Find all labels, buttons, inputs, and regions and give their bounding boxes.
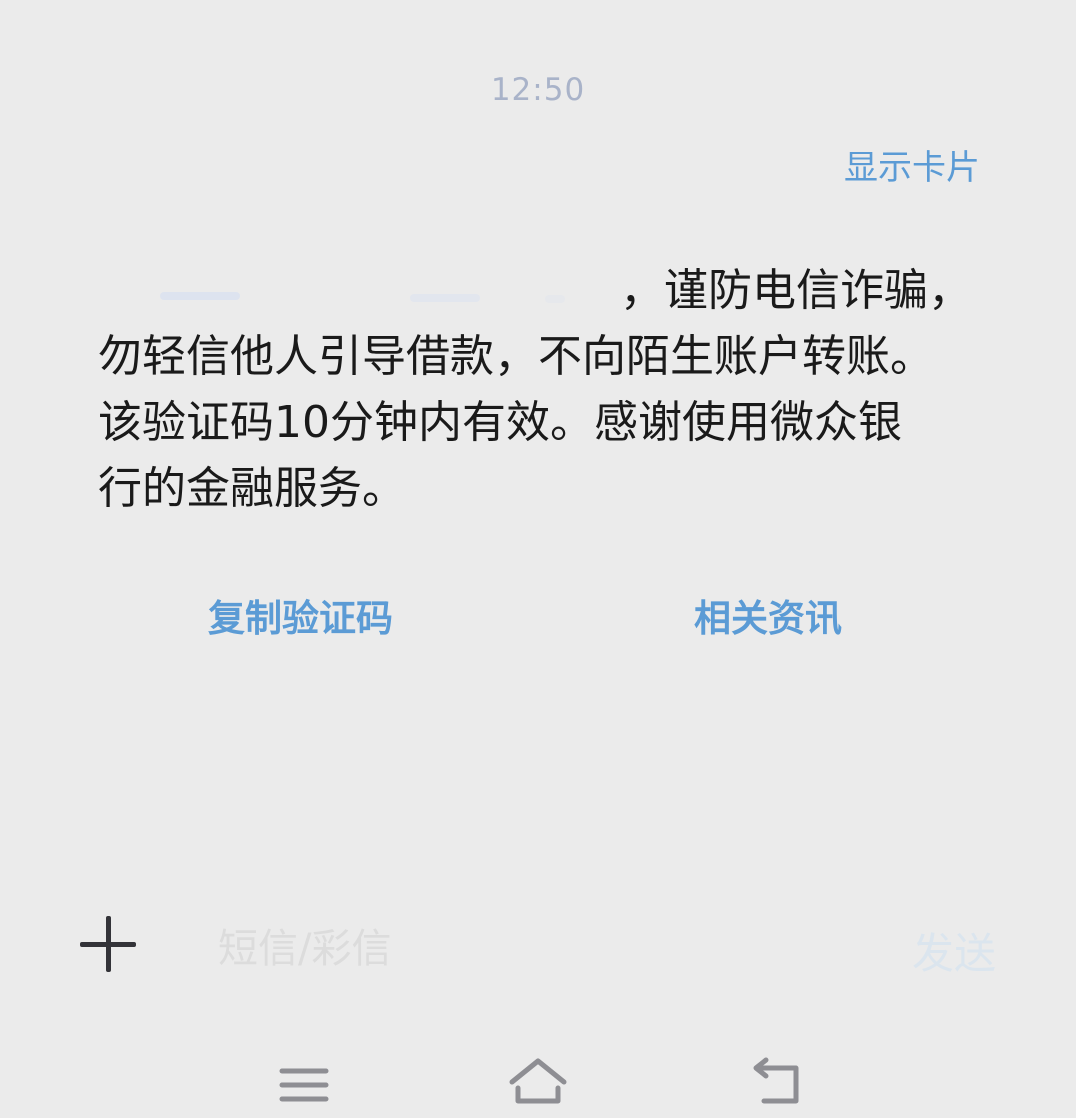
back-icon[interactable]	[750, 1056, 810, 1110]
plus-icon[interactable]	[80, 916, 136, 972]
message-line: 行的金融服务。	[98, 463, 406, 514]
show-card-button[interactable]: 显示卡片	[844, 140, 980, 189]
copy-code-button[interactable]: 复制验证码	[208, 588, 393, 642]
send-button[interactable]: 发送	[912, 920, 996, 981]
message-line: 该验证码10分钟内有效。感谢使用微众银	[98, 397, 902, 448]
message-body: ，谨防电信诈骗， 勿轻信他人引导借款，不向陌生账户转账。 该验证码10分钟内有效…	[98, 258, 978, 522]
message-input[interactable]	[216, 920, 880, 978]
message-line: 勿轻信他人引导借款，不向陌生账户转账。	[98, 331, 934, 382]
related-info-button[interactable]: 相关资讯	[694, 588, 842, 642]
home-icon[interactable]	[508, 1056, 568, 1110]
message-line: ，谨防电信诈骗，	[620, 265, 972, 316]
status-time: 12:50	[490, 72, 586, 108]
menu-icon[interactable]	[276, 1056, 336, 1110]
